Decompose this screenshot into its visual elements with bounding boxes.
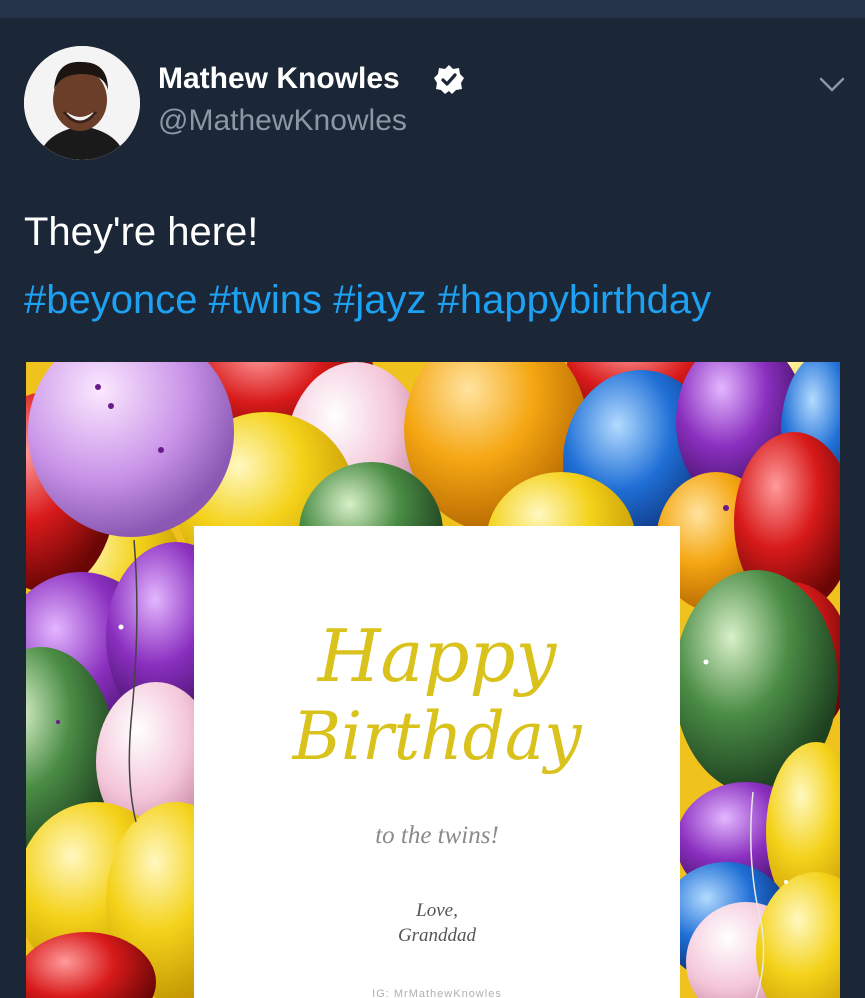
author-name[interactable]: Mathew Knowles xyxy=(158,62,400,96)
card-subtitle: to the twins! xyxy=(375,822,499,849)
card-title-happy: Happy xyxy=(317,614,557,698)
top-status-bar xyxy=(0,0,865,18)
hashtag-list: #beyonce #twins #jayz #happybirthday xyxy=(24,278,711,323)
card-watermark: IG: MrMathewKnowles xyxy=(372,988,502,998)
birthday-card: Happy Birthday to the twins! Love, Grand… xyxy=(194,526,680,998)
hashtag-link[interactable]: #beyonce xyxy=(24,278,197,322)
hashtag-link[interactable]: #happybirthday xyxy=(438,278,712,322)
card-signature: Granddad xyxy=(397,925,477,946)
tweet-media-image[interactable]: Happy Birthday to the twins! Love, Grand… xyxy=(26,362,840,998)
card-title-birthday: Birthday xyxy=(292,698,582,775)
verified-badge-icon xyxy=(433,64,465,96)
author-handle[interactable]: @MathewKnowles xyxy=(158,104,407,138)
chevron-down-icon[interactable] xyxy=(815,70,849,100)
hashtag-link[interactable]: #twins xyxy=(209,278,322,322)
card-closing: Love, xyxy=(416,900,458,921)
hashtag-link[interactable]: #jayz xyxy=(333,278,426,322)
avatar[interactable] xyxy=(24,46,140,160)
tweet-text: They're here! xyxy=(24,210,259,254)
